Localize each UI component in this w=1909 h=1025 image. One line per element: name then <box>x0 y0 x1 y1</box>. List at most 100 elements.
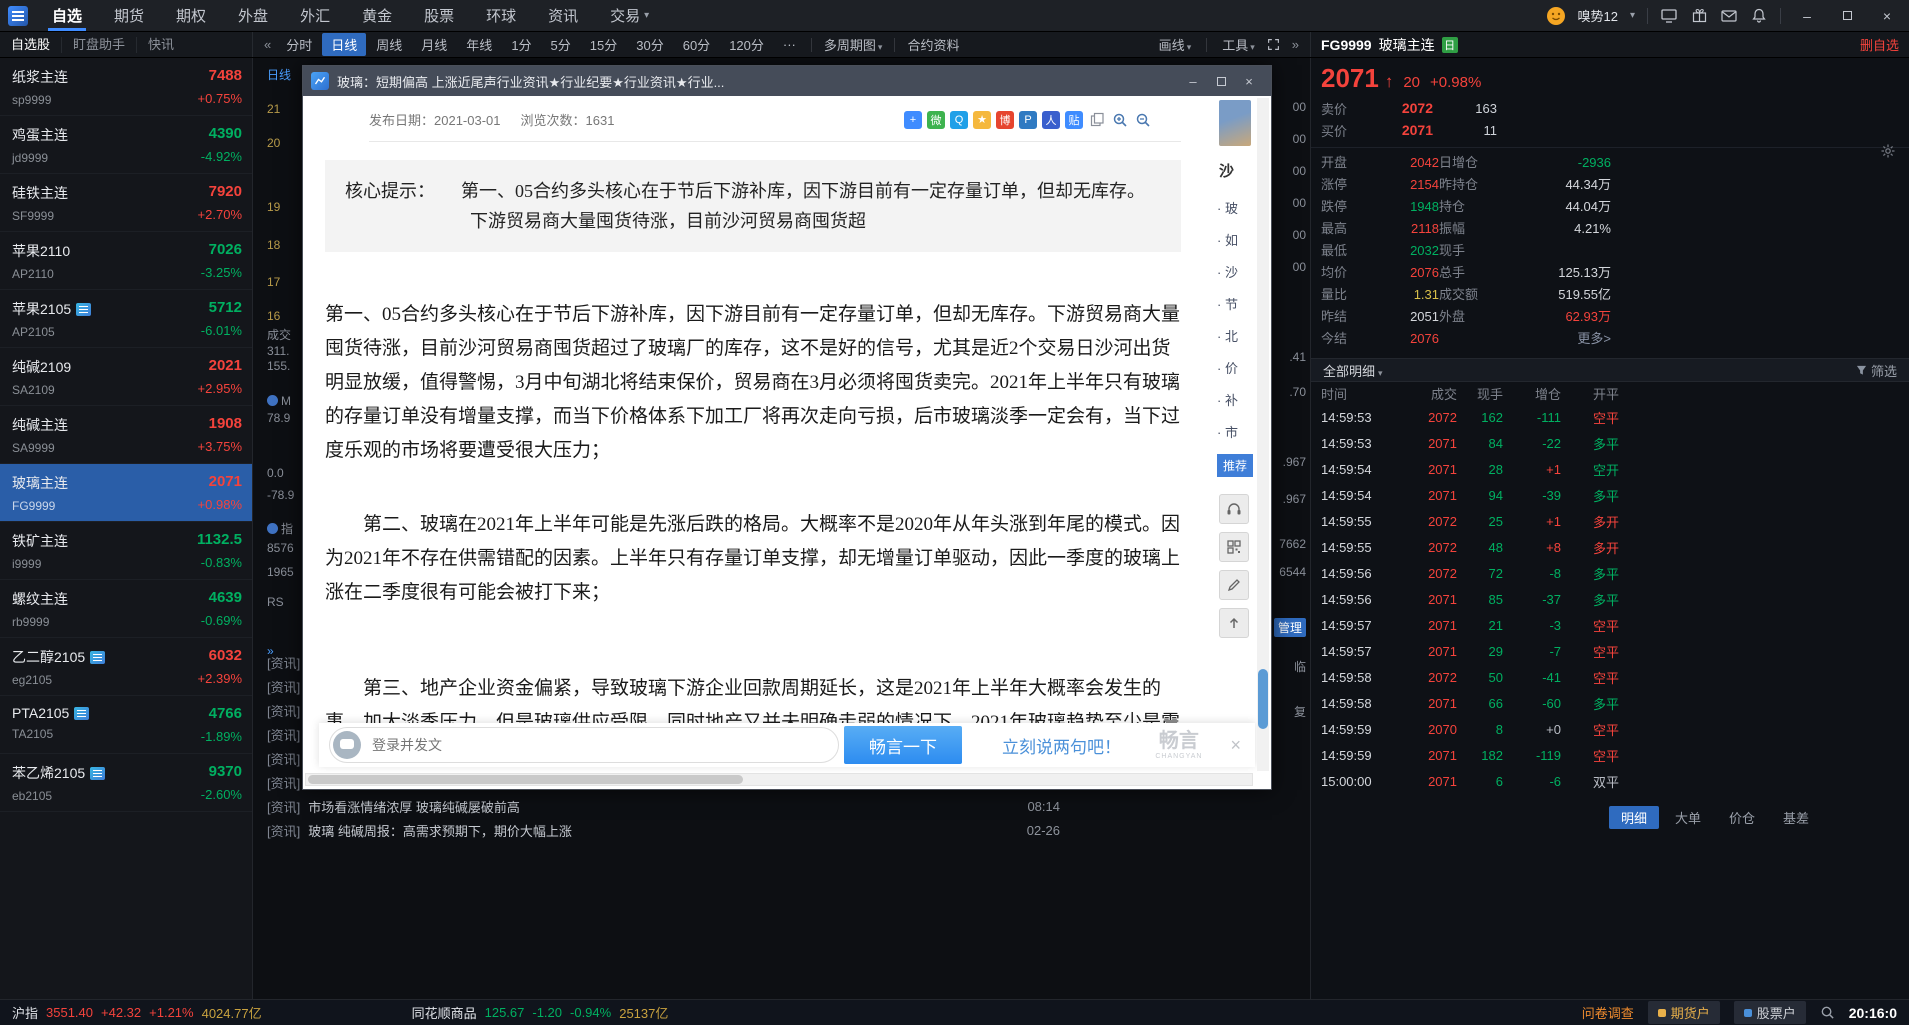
period-button[interactable]: 30分 <box>627 33 672 56</box>
back-to-top-button[interactable] <box>1219 608 1249 638</box>
period-button[interactable]: 120分 <box>720 33 773 56</box>
sub-tab[interactable]: 盯盘助手 <box>62 36 138 53</box>
detail-tab[interactable]: 大单 <box>1663 806 1713 829</box>
menu-item[interactable]: 外盘 <box>222 0 284 31</box>
related-link[interactable]: · 如 <box>1217 230 1238 249</box>
search-icon[interactable] <box>1820 1005 1835 1020</box>
more-link[interactable]: 更多> <box>1515 328 1611 350</box>
watchlist-item[interactable]: PTA2105 TA2105 4766 -1.89% <box>0 696 252 754</box>
menu-item[interactable]: 环球 <box>470 0 532 31</box>
scrollbar-thumb[interactable] <box>308 775 744 784</box>
zoom-in-icon[interactable] <box>1112 112 1128 128</box>
zoom-out-icon[interactable] <box>1135 112 1151 128</box>
news-row[interactable]: [资讯] 市场看涨情绪浓厚 玻璃纯碱屡破前高 08:14 <box>253 794 1072 818</box>
app-logo-icon[interactable] <box>8 5 28 26</box>
futures-account-button[interactable]: 期货户 <box>1647 1001 1720 1024</box>
collapse-right-icon[interactable]: » <box>1287 37 1304 52</box>
menu-item[interactable]: 外汇 <box>284 0 346 31</box>
bell-icon[interactable] <box>1750 7 1768 25</box>
menu-item[interactable]: 股票 <box>408 0 470 31</box>
contract-info-button[interactable]: 合约资料 <box>901 35 965 54</box>
period-button[interactable]: 日线 <box>322 33 367 56</box>
gear-icon[interactable] <box>1881 144 1895 161</box>
index-shanghai[interactable]: 沪指 3551.40 +42.32 +1.21% 4024.77亿 <box>12 1003 262 1022</box>
maximize-button[interactable] <box>1833 6 1861 26</box>
qrcode-button[interactable] <box>1219 532 1249 562</box>
watchlist-item[interactable]: 苯乙烯2105 eb2105 9370 -2.60% <box>0 754 252 812</box>
stock-account-button[interactable]: 股票户 <box>1733 1001 1806 1024</box>
detail-tab[interactable]: 基差 <box>1771 806 1821 829</box>
period-button[interactable]: 分时 <box>277 33 321 56</box>
draw-tool-button[interactable]: 画线 ▾ <box>1153 35 1198 54</box>
filter-button[interactable]: 筛选 <box>1856 361 1897 380</box>
comment-close-icon[interactable]: × <box>1230 735 1241 756</box>
popup-close-button[interactable]: × <box>1235 70 1263 92</box>
menu-item[interactable]: 交易 ▾ <box>594 0 665 31</box>
popup-minimize-button[interactable]: – <box>1179 70 1207 92</box>
menu-item[interactable]: 黄金 <box>346 0 408 31</box>
post-comment-button[interactable]: 畅言一下 <box>844 726 962 764</box>
watchlist-item[interactable]: 苹果2110 AP2110 7026 -3.25% <box>0 232 252 290</box>
weibo-icon[interactable]: 博 <box>996 110 1014 129</box>
period-button[interactable]: 月线 <box>412 33 456 56</box>
watchlist-item[interactable]: 纯碱主连 SA9999 1908 +3.75% <box>0 406 252 464</box>
remove-from-watchlist-button[interactable]: 删自选 <box>1860 35 1899 54</box>
watchlist-item[interactable]: 乙二醇2105 eg2105 6032 +2.39% <box>0 638 252 696</box>
popup-titlebar[interactable]: 玻璃：短期偏高 上涨近尾声行业资讯★行业纪要★行业资讯★行业... – × <box>303 66 1271 96</box>
related-link[interactable]: · 市 <box>1217 422 1238 441</box>
mail-icon[interactable] <box>1720 7 1738 25</box>
collapse-left-icon[interactable]: « <box>259 37 276 52</box>
minimize-button[interactable]: – <box>1793 6 1821 26</box>
watchlist-item[interactable]: 纯碱2109 SA2109 2021 +2.95% <box>0 348 252 406</box>
sub-tab[interactable]: 自选股 <box>0 36 63 53</box>
more-periods-button[interactable]: ··· <box>774 35 805 54</box>
watchlist-item[interactable]: 鸡蛋主连 jd9999 4390 -4.92% <box>0 116 252 174</box>
survey-link[interactable]: 问卷调查 <box>1582 1003 1634 1022</box>
wechat-icon[interactable]: 微 <box>927 110 945 129</box>
qq-icon[interactable]: Q <box>950 110 968 129</box>
pengyou-icon[interactable]: P <box>1019 110 1037 129</box>
sub-tab[interactable]: 快讯 <box>137 37 185 53</box>
detail-tab[interactable]: 价仓 <box>1717 806 1767 829</box>
menu-item[interactable]: 期货 <box>98 0 160 31</box>
copy-icon[interactable] <box>1090 112 1105 127</box>
related-link[interactable]: · 节 <box>1217 294 1238 313</box>
watchlist-item[interactable]: 硅铁主连 SF9999 7920 +2.70% <box>0 174 252 232</box>
comment-hint-link[interactable]: 立刻说两句吧！ <box>1002 733 1121 758</box>
close-button[interactable]: × <box>1873 6 1901 26</box>
screen-share-icon[interactable] <box>1660 7 1678 25</box>
tieba-icon[interactable]: 贴 <box>1065 110 1083 129</box>
period-button[interactable]: 60分 <box>674 33 719 56</box>
comment-input[interactable] <box>329 727 839 763</box>
period-button[interactable]: 周线 <box>367 33 411 56</box>
menu-item[interactable]: 期权 <box>160 0 222 31</box>
user-avatar-icon[interactable] <box>1546 6 1566 26</box>
related-link[interactable]: · 沙 <box>1217 262 1238 281</box>
qzone-icon[interactable]: ★ <box>973 110 991 129</box>
related-link[interactable]: · 补 <box>1217 390 1238 409</box>
watchlist-item[interactable]: 纸浆主连 sp9999 7488 +0.75% <box>0 58 252 116</box>
watchlist-item[interactable]: 苹果2105 AP2105 5712 -6.01% <box>0 290 252 348</box>
multi-period-button[interactable]: 多周期图 ▾ <box>818 35 889 54</box>
related-link[interactable]: · 价 <box>1217 358 1238 377</box>
period-button[interactable]: 5分 <box>542 33 580 56</box>
renren-icon[interactable]: 人 <box>1042 110 1060 129</box>
period-button[interactable]: 年线 <box>457 33 501 56</box>
scrollbar-thumb[interactable] <box>1258 669 1268 729</box>
menu-item[interactable]: 资讯 <box>532 0 594 31</box>
write-comment-button[interactable] <box>1219 570 1249 600</box>
tools-button[interactable]: 工具 ▾ <box>1216 35 1261 54</box>
period-button[interactable]: 1分 <box>502 33 540 56</box>
watchlist-item[interactable]: 螺纹主连 rb9999 4639 -0.69% <box>0 580 252 638</box>
watchlist-item[interactable]: 玻璃主连 FG9999 2071 +0.98% <box>0 464 252 522</box>
detail-scope-dropdown[interactable]: 全部明细 ▾ <box>1323 361 1383 380</box>
chevron-down-icon[interactable]: ▾ <box>1630 10 1635 21</box>
popup-maximize-button[interactable] <box>1207 70 1235 92</box>
horizontal-scrollbar[interactable] <box>305 773 1253 786</box>
related-link[interactable]: · 北 <box>1217 326 1238 345</box>
period-button[interactable]: 15分 <box>581 33 626 56</box>
news-row[interactable]: [资讯] 玻璃 纯碱周报：高需求预期下，期价大幅上涨 02-26 <box>253 818 1072 842</box>
share-plus-icon[interactable]: + <box>904 110 922 129</box>
customer-service-button[interactable] <box>1219 494 1249 524</box>
user-badge[interactable]: 嗅势12 <box>1578 6 1618 25</box>
